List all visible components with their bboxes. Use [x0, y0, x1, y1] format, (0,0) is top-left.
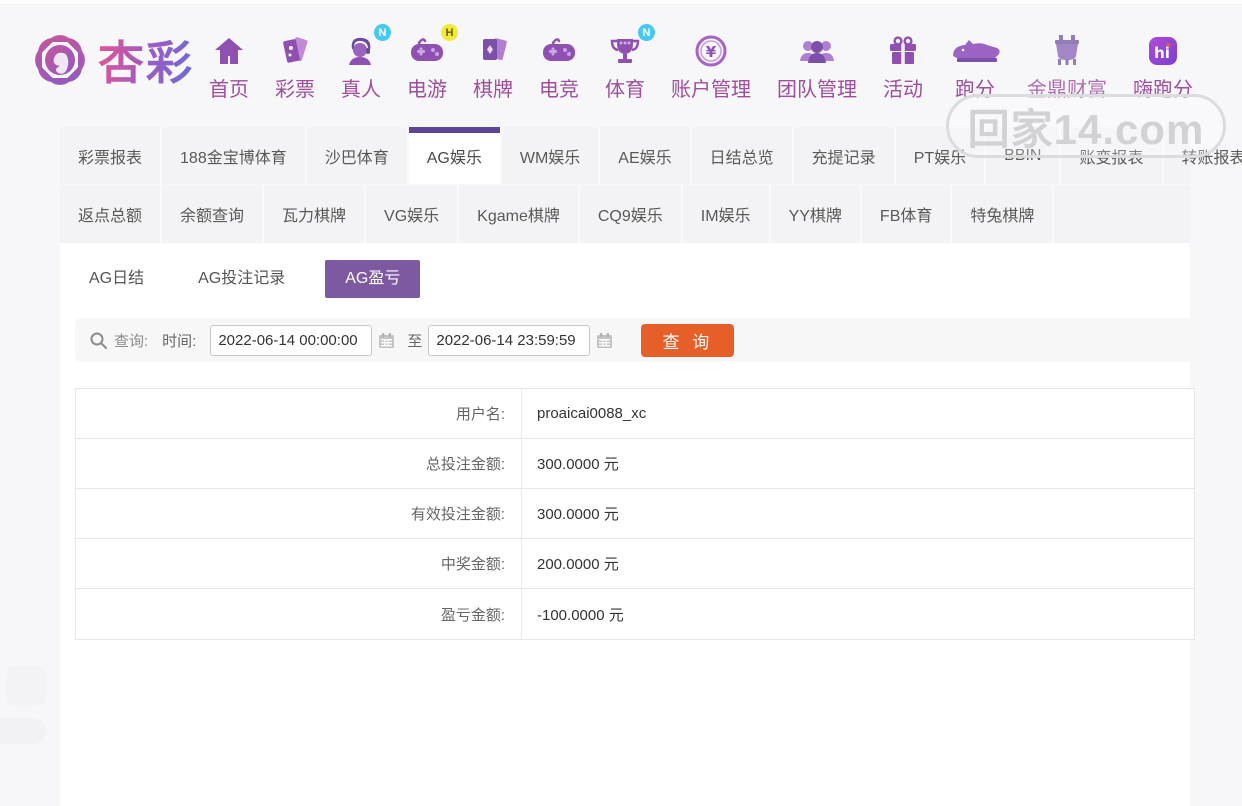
query-label: 查询: — [114, 332, 149, 350]
report-tabstrip: 彩票报表 188金宝博体育 沙巴体育 AG娱乐 WM娱乐 AE娱乐 日结总览 充… — [60, 127, 1242, 243]
nav-item-hi-paofen[interactable]: hi 嗨跑分 — [1120, 31, 1206, 102]
team-icon — [797, 31, 837, 71]
tab-im-entertainment[interactable]: IM娱乐 — [683, 185, 771, 243]
tab-188jinbaobo-sports[interactable]: 188金宝博体育 — [162, 127, 307, 184]
search-icon — [89, 331, 108, 350]
tab-vg-entertainment[interactable]: VG娱乐 — [366, 185, 460, 243]
search-bar: 查询: 时间: 至 查 询 — [75, 318, 1195, 362]
tab-bbin[interactable]: BBIN — [986, 127, 1062, 184]
tab-rebate-total[interactable]: 返点总额 — [60, 185, 163, 243]
row-value: proaicai0088_xc — [521, 389, 1194, 438]
rhino-icon — [949, 31, 1001, 71]
to-label: 至 — [407, 332, 423, 350]
row-label: 有效投注金额: — [410, 506, 505, 523]
table-row-username: 用户名: proaicai0088_xc — [76, 389, 1194, 439]
gift-icon — [887, 31, 919, 71]
tab-row-1: 彩票报表 188金宝博体育 沙巴体育 AG娱乐 WM娱乐 AE娱乐 日结总览 充… — [60, 127, 1242, 185]
tab-cq9-entertainment[interactable]: CQ9娱乐 — [580, 185, 683, 243]
coin-yuan-icon: ¥ — [694, 31, 728, 71]
tab-transfer-report[interactable]: 转账报表 — [1164, 127, 1242, 184]
tab-row-2: 返点总额 余额查询 瓦力棋牌 VG娱乐 Kgame棋牌 CQ9娱乐 IM娱乐 Y… — [60, 185, 1190, 243]
subtab-ag-profit-loss[interactable]: AG盈亏 — [325, 260, 421, 298]
live-person-icon: N — [344, 24, 391, 71]
nav-item-home[interactable]: 首页 — [196, 31, 262, 102]
nav-item-team-management[interactable]: 团队管理 — [764, 31, 870, 102]
subtab-ag-bet-records[interactable]: AG投注记录 — [184, 260, 299, 298]
subtab-ag-daily[interactable]: AG日结 — [75, 260, 158, 298]
tab-ag-entertainment[interactable]: AG娱乐 — [408, 127, 502, 184]
row-label: 盈亏金额: — [440, 606, 505, 624]
row-label: 用户名: — [455, 406, 505, 423]
ag-subtabs: AG日结 AG投注记录 AG盈亏 — [75, 260, 421, 298]
start-datetime-input[interactable] — [210, 324, 373, 356]
row-value: -100.0000 元 — [521, 589, 1194, 639]
nav-item-promotions[interactable]: 活动 — [870, 31, 936, 102]
nav-item-paofen[interactable]: 跑分 — [936, 31, 1014, 102]
nav-item-sports[interactable]: N 体育 — [592, 24, 658, 102]
header: 杏彩 首页 彩票 N 真人 H 电游 棋牌 电竞 N 体育 ¥ 账户管理 团队管… — [0, 5, 1242, 110]
tab-lottery-report[interactable]: 彩票报表 — [60, 127, 163, 184]
tab-balance-query[interactable]: 余额查询 — [162, 185, 265, 243]
hi-app-icon: hi — [1146, 31, 1180, 71]
tab-fb-sports[interactable]: FB体育 — [862, 185, 953, 243]
row-label: 总投注金额: — [425, 456, 505, 473]
new-badge: N — [638, 24, 655, 41]
tab-account-change-report[interactable]: 账变报表 — [1061, 127, 1164, 184]
nav-item-live[interactable]: N 真人 — [328, 24, 394, 102]
new-badge: N — [374, 24, 391, 41]
nav-item-lottery[interactable]: 彩票 — [262, 31, 328, 102]
calendar-icon-start[interactable] — [378, 332, 395, 349]
brand-flower-icon — [28, 28, 92, 92]
tab-tetu-boardgames[interactable]: 特兔棋牌 — [952, 185, 1055, 243]
svg-text:¥: ¥ — [706, 43, 717, 61]
tab-deposit-withdraw-records[interactable]: 充提记录 — [794, 127, 896, 184]
nav-item-egames[interactable]: H 电游 — [394, 24, 460, 102]
ding-vessel-icon — [1047, 31, 1087, 71]
nav-item-esports[interactable]: 电竞 — [526, 31, 592, 102]
home-icon — [213, 31, 245, 71]
nav-item-jinding-wealth[interactable]: 金鼎财富 — [1014, 31, 1120, 102]
cards-icon — [476, 31, 510, 71]
table-row-win-amount: 中奖金额: 200.0000 元 — [76, 539, 1194, 589]
tab-ae-entertainment[interactable]: AE娱乐 — [600, 127, 692, 184]
tab-daily-overview[interactable]: 日结总览 — [692, 127, 794, 184]
main-nav: 首页 彩票 N 真人 H 电游 棋牌 电竞 N 体育 ¥ 账户管理 团队管理 活… — [196, 24, 1206, 102]
hot-badge: H — [441, 24, 458, 41]
end-datetime-input[interactable] — [428, 324, 591, 356]
row-label: 中奖金额: — [440, 556, 505, 573]
tab-wm-entertainment[interactable]: WM娱乐 — [502, 127, 601, 184]
table-row-total-bet: 总投注金额: 300.0000 元 — [76, 439, 1194, 489]
table-row-valid-bet: 有效投注金额: 300.0000 元 — [76, 489, 1194, 539]
tab-kgame-boardgames[interactable]: Kgame棋牌 — [459, 185, 580, 243]
brand-logo[interactable]: 杏彩 — [28, 27, 194, 93]
esports-gamepad-icon — [541, 31, 577, 71]
calendar-icon-end[interactable] — [596, 332, 613, 349]
trophy-icon: N — [608, 24, 655, 71]
row-value: 300.0000 元 — [521, 489, 1194, 538]
query-button[interactable]: 查 询 — [641, 323, 735, 357]
floating-widget[interactable] — [6, 666, 46, 706]
tab-wali-boardgames[interactable]: 瓦力棋牌 — [264, 185, 367, 243]
nav-item-boardgames[interactable]: 棋牌 — [460, 31, 526, 102]
row-value: 300.0000 元 — [521, 439, 1194, 488]
brand-name: 杏彩 — [98, 27, 194, 93]
tab-pt-entertainment[interactable]: PT娱乐 — [896, 127, 987, 184]
tab-shaba-sports[interactable]: 沙巴体育 — [307, 127, 409, 184]
floating-widget[interactable] — [0, 718, 46, 744]
gamepad-icon: H — [409, 24, 458, 71]
page: 杏彩 首页 彩票 N 真人 H 电游 棋牌 电竞 N 体育 ¥ 账户管理 团队管… — [0, 0, 1242, 806]
profit-loss-table: 用户名: proaicai0088_xc 总投注金额: 300.0000 元 有… — [75, 388, 1195, 640]
time-label: 时间: — [162, 332, 197, 350]
table-row-profit-loss: 盈亏金额: -100.0000 元 — [76, 589, 1194, 639]
row-value: 200.0000 元 — [521, 539, 1194, 588]
nav-item-account-management[interactable]: ¥ 账户管理 — [658, 31, 764, 102]
lottery-ticket-icon — [278, 31, 312, 71]
tab-yy-boardgames[interactable]: YY棋牌 — [771, 185, 862, 243]
